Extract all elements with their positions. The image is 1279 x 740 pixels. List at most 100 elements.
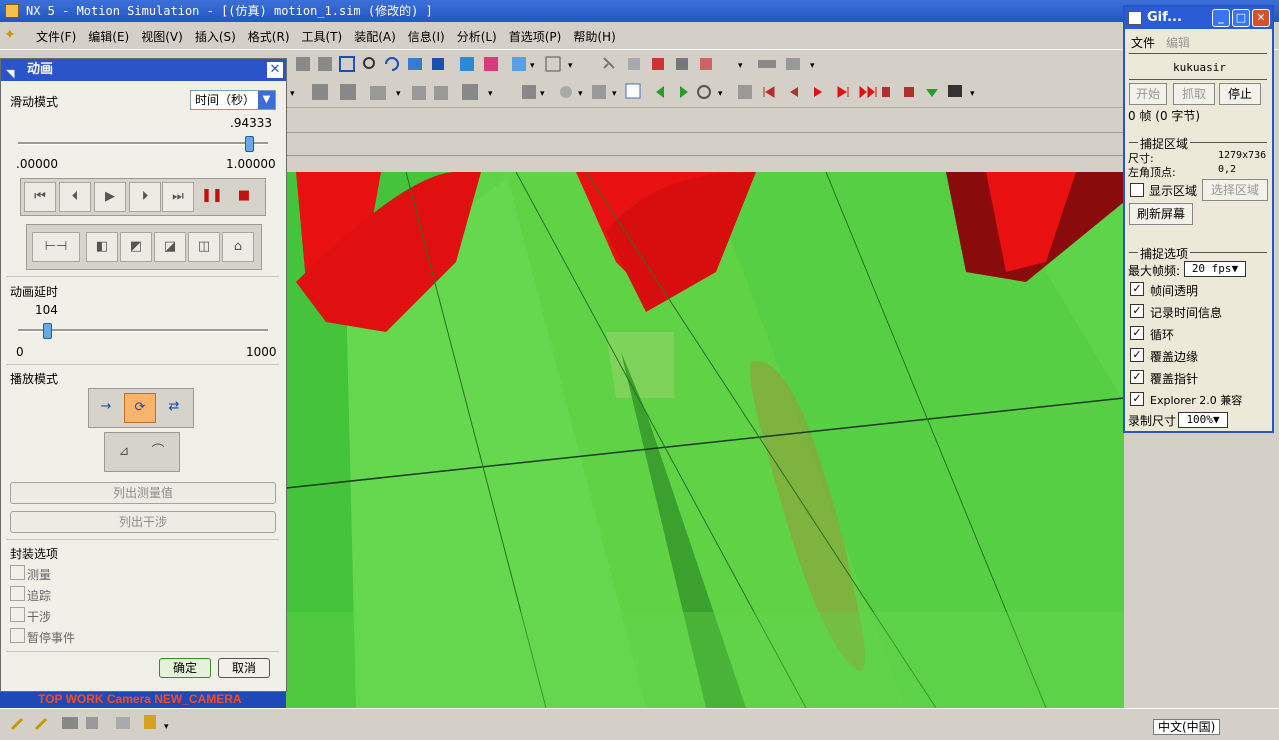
delay-slider-track[interactable] bbox=[18, 329, 268, 332]
stop-button[interactable]: ■ bbox=[228, 182, 260, 212]
time-info-checkbox[interactable]: ✓ bbox=[1130, 304, 1144, 318]
step-back-button[interactable]: ⏴ bbox=[59, 182, 91, 212]
menu-preferences[interactable]: 首选项(P) bbox=[503, 28, 568, 45]
time-slider-thumb[interactable] bbox=[245, 136, 255, 152]
loop-button[interactable]: ⟳ bbox=[124, 393, 156, 423]
trace-option-label: 追踪 bbox=[27, 589, 52, 603]
rewind-to-start-button[interactable]: ⏮ bbox=[24, 182, 56, 212]
svg-text:▾: ▾ bbox=[488, 89, 493, 99]
cover-pointer-checkbox[interactable]: ✓ bbox=[1130, 370, 1144, 384]
refresh-screen-button[interactable]: 刷新屏幕 bbox=[1129, 203, 1193, 225]
chevron-down-icon[interactable]: ▼ bbox=[258, 91, 275, 109]
save-state-button[interactable]: ⌂ bbox=[222, 232, 254, 262]
measure-tool-button[interactable]: ⊢⊣ bbox=[32, 232, 80, 262]
ping-pong-button[interactable]: ⇄ bbox=[158, 393, 190, 423]
gif-menu-file[interactable]: 文件 bbox=[1131, 34, 1155, 51]
gif-divider bbox=[1129, 79, 1267, 80]
list-measurements-button[interactable]: 列出测量值 bbox=[10, 482, 276, 504]
capture-options-label: 捕捉选项 bbox=[1138, 245, 1191, 262]
slide-mode-dropdown[interactable]: 时间（秒） ▼ bbox=[190, 90, 276, 110]
menu-help[interactable]: 帮助(H) bbox=[567, 28, 621, 45]
menu-file[interactable]: 文件(F) bbox=[30, 28, 82, 45]
wrench-icon: ◥ bbox=[6, 67, 15, 80]
list-interference-button[interactable]: 列出干涉 bbox=[10, 511, 276, 533]
window-title: NX 5 - Motion Simulation - [(仿真) motion_… bbox=[26, 4, 433, 18]
bottom-toolbar-icons[interactable]: ▾ bbox=[0, 709, 200, 737]
close-button[interactable]: ✕ bbox=[1252, 9, 1270, 27]
dialog-title: 动画 bbox=[27, 62, 54, 77]
export-tool-button[interactable]: ◫ bbox=[188, 232, 220, 262]
time-slider-track[interactable] bbox=[18, 142, 268, 145]
ime-indicator[interactable]: 中文(中国) bbox=[1153, 719, 1221, 735]
size-value: 1279x736 bbox=[1218, 150, 1267, 161]
menu-assembly[interactable]: 装配(A) bbox=[348, 28, 402, 45]
menu-insert[interactable]: 插入(S) bbox=[189, 28, 242, 45]
time-max: 1.00000 bbox=[226, 157, 276, 171]
max-fps-label: 最大帧频: bbox=[1128, 264, 1181, 278]
show-area-label: 显示区域 bbox=[1149, 184, 1198, 198]
pause-event-checkbox[interactable] bbox=[10, 628, 25, 643]
explode-tool-button[interactable]: ◩ bbox=[120, 232, 152, 262]
pause-button[interactable]: ❚❚ bbox=[196, 182, 228, 212]
cancel-button[interactable]: 取消 bbox=[218, 658, 270, 678]
menu-info[interactable]: 信息(I) bbox=[402, 28, 451, 45]
loop-checkbox[interactable]: ✓ bbox=[1130, 326, 1144, 340]
record-size-dropdown[interactable]: 100%▼ bbox=[1178, 412, 1228, 428]
explorer-compat-checkbox[interactable]: ✓ bbox=[1130, 392, 1144, 406]
max-fps-dropdown[interactable]: 20 fps▼ bbox=[1184, 261, 1246, 277]
menu-format[interactable]: 格式(R) bbox=[242, 28, 296, 45]
time-value: .94333 bbox=[230, 116, 272, 130]
delay-slider-thumb[interactable] bbox=[43, 323, 53, 339]
menu-analysis[interactable]: 分析(L) bbox=[451, 28, 503, 45]
stop-button[interactable]: 停止 bbox=[1219, 83, 1261, 105]
svg-text:▾: ▾ bbox=[290, 89, 295, 99]
cover-edge-checkbox[interactable]: ✓ bbox=[1130, 348, 1144, 362]
loop-label: 循环 bbox=[1150, 328, 1175, 342]
pause-event-option-label: 暂停事件 bbox=[27, 631, 76, 645]
record-size-value: 100% bbox=[1186, 413, 1213, 426]
model-render bbox=[286, 172, 1124, 708]
minimize-button[interactable]: _ bbox=[1212, 9, 1230, 27]
play-button[interactable]: ▶ bbox=[94, 182, 126, 212]
grab-button[interactable]: 抓取 bbox=[1173, 83, 1215, 105]
camera-label: TOP WORK Camera NEW_CAMERA bbox=[38, 692, 242, 706]
graphics-viewport[interactable] bbox=[286, 172, 1124, 708]
status-strip bbox=[286, 132, 1124, 172]
svg-text:▾: ▾ bbox=[738, 61, 743, 71]
interference-checkbox[interactable] bbox=[10, 607, 25, 622]
start-button[interactable]: 开始 bbox=[1129, 83, 1167, 105]
menu-tools[interactable]: 工具(T) bbox=[296, 28, 349, 45]
step-forward-button[interactable]: ⏵ bbox=[129, 182, 161, 212]
trace-tool-button[interactable]: ◧ bbox=[86, 232, 118, 262]
nx-app-icon bbox=[5, 4, 19, 18]
fast-forward-button[interactable]: ⏭ bbox=[162, 182, 194, 212]
toolbar-row-2-icons[interactable]: ▾ ▾ ▾ ▾ ▾ ▾ ▾ ▾ bbox=[286, 78, 1126, 108]
svg-text:▾: ▾ bbox=[612, 89, 617, 99]
delay-max: 1000 bbox=[246, 345, 277, 359]
maximize-button[interactable]: □ bbox=[1232, 9, 1250, 27]
measure-checkbox[interactable] bbox=[10, 565, 25, 580]
svg-text:▾: ▾ bbox=[578, 89, 583, 99]
trace-checkbox[interactable] bbox=[10, 586, 25, 601]
time-info-label: 记录时间信息 bbox=[1150, 306, 1223, 320]
transparency-checkbox[interactable]: ✓ bbox=[1130, 282, 1144, 296]
separator bbox=[6, 651, 279, 652]
play-mode-label: 播放模式 bbox=[10, 372, 59, 386]
separator bbox=[6, 276, 279, 277]
explorer-compat-label: Explorer 2.0 兼容 bbox=[1150, 394, 1243, 407]
delay-value: 104 bbox=[35, 303, 58, 317]
menu-view[interactable]: 视图(V) bbox=[135, 28, 189, 45]
close-button[interactable]: ✕ bbox=[267, 62, 283, 78]
gif-menu-edit[interactable]: 编辑 bbox=[1166, 34, 1190, 51]
show-area-checkbox[interactable] bbox=[1130, 183, 1144, 197]
svg-text:▾: ▾ bbox=[540, 89, 545, 99]
ok-button[interactable]: 确定 bbox=[159, 658, 211, 678]
snap-start-button[interactable]: ⊿ bbox=[108, 438, 140, 468]
select-area-button[interactable]: 选择区域 bbox=[1202, 179, 1268, 201]
menu-edit[interactable]: 编辑(E) bbox=[82, 28, 135, 45]
toolbar-row-1-icons[interactable]: ▾ ▾ ▾ ▾ bbox=[286, 50, 1126, 80]
snap-end-button[interactable]: ⌒ bbox=[142, 438, 174, 468]
interference-tool-button[interactable]: ◪ bbox=[154, 232, 186, 262]
play-once-button[interactable]: → bbox=[90, 393, 122, 423]
separator bbox=[6, 539, 279, 540]
